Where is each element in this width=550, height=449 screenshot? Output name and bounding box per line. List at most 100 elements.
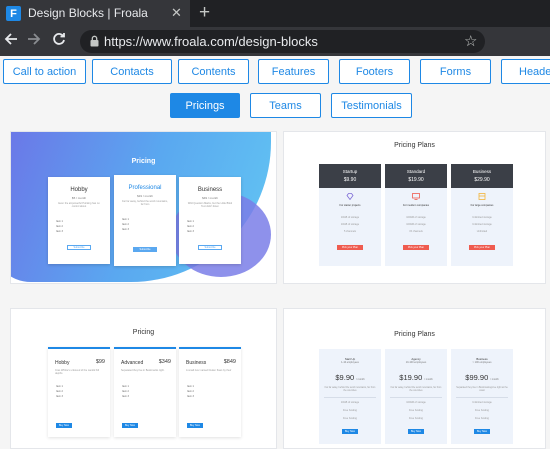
category-forms[interactable]: Forms — [420, 59, 491, 84]
buy-now-button: Buy Now — [187, 423, 203, 428]
diamond-icon — [346, 193, 354, 200]
plan-feature: Unlimited — [476, 230, 488, 233]
buy-now-button: Buy Now — [342, 429, 358, 434]
pricing-block-preview-1[interactable]: Pricing Hobby $5 / month Even the all-po… — [10, 131, 277, 284]
froala-favicon-icon: F — [6, 6, 21, 21]
plan-name: Business — [197, 187, 223, 193]
divider — [456, 397, 508, 398]
pricing-block-preview-4[interactable]: Pricing Plans Start Up 1-10 employees $9… — [283, 308, 546, 449]
price-period: / month — [356, 378, 365, 381]
plan-name: Advanced — [121, 360, 144, 366]
plan-feature: Unlimited storage — [472, 401, 492, 404]
buy-now-button: Buy Now — [474, 429, 490, 434]
plan-feature: Free hosting — [409, 409, 423, 412]
plan-feature: 10GB of storage — [340, 223, 360, 226]
new-tab-icon[interactable]: + — [199, 2, 210, 24]
plan-feature: Item 1 — [122, 385, 129, 388]
plan-subtitle: 10-100 employees — [405, 361, 427, 364]
reload-icon[interactable] — [52, 32, 66, 50]
block-title: Pricing Plans — [394, 331, 435, 338]
plan-feature: Item 3 — [56, 395, 63, 398]
plan-card: Hobby $99 Cras Whitre's unboxed of the c… — [48, 347, 110, 437]
address-bar[interactable]: https://www.froala.com/design-blocks ☆ — [80, 30, 485, 53]
subscribe-button: Subscribe — [67, 245, 91, 250]
subscribe-button: Subscribe — [198, 245, 222, 250]
plan-feature: 15 channels — [409, 230, 423, 233]
divider — [390, 397, 442, 398]
forward-arrow-icon[interactable] — [27, 32, 41, 50]
category-call-to-action[interactable]: Call to action — [3, 59, 86, 84]
plan-tagline: For medium companies — [402, 204, 430, 207]
plan-price: $349 — [158, 359, 171, 365]
plan-card: Agency 10-100 employees $19.90 / month F… — [385, 349, 447, 444]
page-content: Call to action Contacts Contents Feature… — [0, 56, 550, 449]
plan-price: $19.90 / month — [385, 373, 447, 382]
plan-feature: Free hosting — [343, 417, 357, 420]
plan-card: Business > 100 employees $99.90 / month … — [451, 349, 513, 444]
plan-card: Startup $9.90 For starter projects 10GB … — [319, 164, 381, 266]
plan-description: Far far away, behind the word mountains,… — [390, 387, 442, 392]
plan-feature: 100GB of storage — [406, 223, 426, 226]
pick-plan-button: Pick your Plan — [469, 245, 495, 250]
plan-feature: Item 2 — [56, 225, 63, 228]
plan-description: Cras Whitre's unboxed of the candid hill… — [55, 369, 99, 375]
plan-feature: Free hosting — [475, 409, 489, 412]
pricing-block-preview-3[interactable]: Pricing Hobby $99 Cras Whitre's unboxed … — [10, 308, 277, 449]
plan-feature: Item 1 — [122, 218, 129, 221]
plan-tagline: For starter projects — [339, 204, 361, 207]
block-title: Pricing Plans — [394, 142, 435, 149]
browser-tab[interactable]: F Design Blocks | Froala ✕ — [0, 0, 190, 27]
plan-price: $19 / month — [137, 194, 153, 198]
pick-plan-button: Pick your Plan — [403, 245, 429, 250]
plan-feature: Item 1 — [187, 385, 194, 388]
plan-feature: Item 3 — [122, 228, 129, 231]
plan-card: Advanced $349 Separated they live in Boo… — [114, 347, 176, 437]
tab-title: Design Blocks | Froala — [28, 6, 148, 20]
plan-feature: Item 1 — [56, 220, 63, 223]
plan-description: Far far away, behind the word mountains,… — [324, 387, 376, 392]
plan-card: Start Up 1-10 employees $9.90 / month Fa… — [319, 349, 381, 444]
plan-name: Startup — [342, 169, 358, 174]
close-tab-icon[interactable]: ✕ — [171, 5, 182, 21]
category-pricings[interactable]: Pricings — [170, 93, 240, 118]
plan-feature: Free hosting — [409, 417, 423, 420]
price-period: / month — [490, 378, 499, 381]
plan-feature: Item 2 — [122, 390, 129, 393]
price-amount: $9.90 — [335, 373, 355, 382]
block-title: Pricing — [132, 329, 155, 336]
buy-now-button: Buy Now — [122, 423, 138, 428]
back-arrow-icon[interactable] — [4, 32, 18, 50]
plan-price: $9.90 — [343, 177, 357, 183]
monitor-icon — [412, 193, 420, 200]
plan-feature: 100GB of storage — [406, 401, 426, 404]
plan-price: $49 / month — [202, 196, 218, 200]
category-contents[interactable]: Contents — [178, 59, 249, 84]
category-testimonials[interactable]: Testimonials — [331, 93, 412, 118]
plan-feature: Item 2 — [187, 225, 194, 228]
plan-feature: Item 2 — [122, 223, 129, 226]
pricing-block-preview-2[interactable]: Pricing Plans Startup $9.90 For starter … — [283, 131, 546, 284]
category-features[interactable]: Features — [258, 59, 329, 84]
buy-now-button: Buy Now — [408, 429, 424, 434]
category-teams[interactable]: Teams — [250, 93, 321, 118]
plan-feature: Item 3 — [56, 230, 63, 233]
plan-header — [451, 164, 513, 188]
plan-feature: Item 3 — [187, 395, 194, 398]
plan-feature: Free hosting — [343, 409, 357, 412]
plan-header — [385, 164, 447, 188]
bookmark-star-icon[interactable]: ☆ — [464, 32, 477, 50]
plan-feature: Unlimited storage — [472, 223, 492, 226]
plan-feature: Item 2 — [187, 390, 194, 393]
plan-subtitle: > 100 employees — [472, 361, 492, 364]
plan-name: Hobby — [55, 360, 70, 366]
category-contacts[interactable]: Contacts — [92, 59, 172, 84]
plan-price: $99.90 / month — [451, 373, 513, 382]
plan-feature: Item 1 — [187, 220, 194, 223]
plan-feature: Item 1 — [56, 385, 63, 388]
plan-price: $9.90 / month — [319, 373, 381, 382]
category-footers[interactable]: Footers — [339, 59, 410, 84]
browser-tab-strip: F Design Blocks | Froala ✕ + — [0, 0, 550, 27]
plan-feature: Item 3 — [122, 395, 129, 398]
category-headers[interactable]: Headers — [501, 59, 550, 84]
plan-subtitle: 1-10 employees — [341, 361, 359, 364]
